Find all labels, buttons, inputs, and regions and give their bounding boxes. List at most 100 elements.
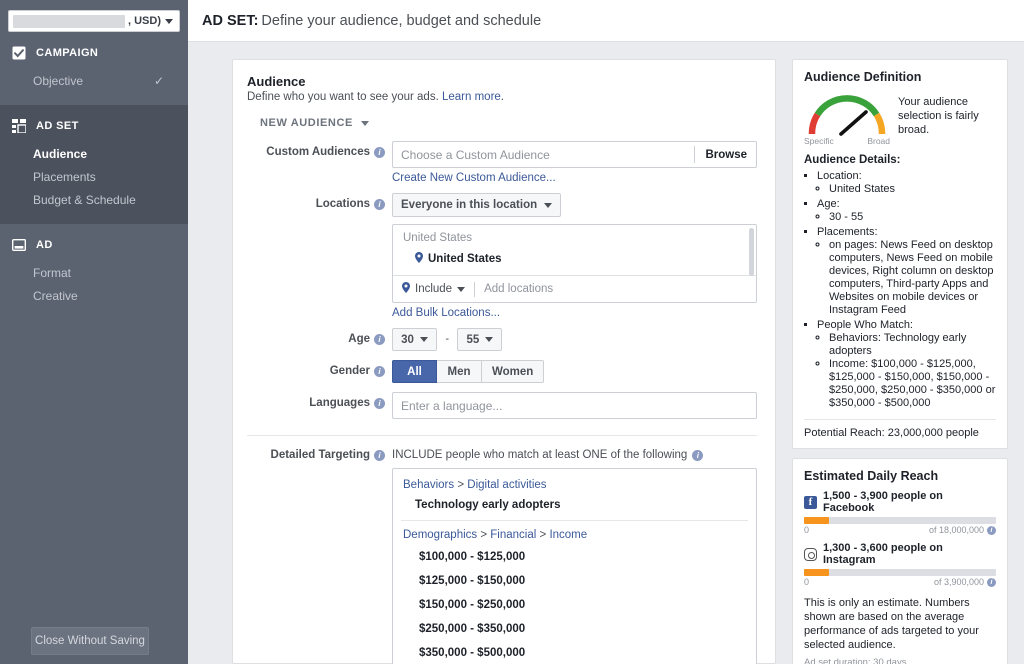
- age-label-group: Age i: [247, 328, 392, 345]
- map-pin-icon: [402, 282, 410, 296]
- targeting-value[interactable]: $150,000 - $250,000: [393, 593, 756, 617]
- check-icon: ✓: [154, 73, 176, 90]
- info-icon[interactable]: i: [374, 450, 385, 461]
- learn-more-link[interactable]: Learn more: [442, 91, 501, 103]
- add-locations-input[interactable]: Add locations: [484, 283, 553, 295]
- nav-header-ad[interactable]: AD: [0, 224, 188, 262]
- nav-header-label: AD SET: [36, 120, 79, 132]
- audience-heading: Audience: [247, 74, 757, 89]
- audience-gauge: Specific Broad: [804, 90, 890, 146]
- detail-sublist: United States: [817, 183, 996, 196]
- detail-subitem: Behaviors: Technology early adopters: [829, 332, 996, 358]
- sidebar-item-label: Creative: [33, 288, 78, 305]
- age-max-value: 55: [466, 334, 479, 346]
- custom-audiences-field: Choose a Custom Audience Browse Create N…: [392, 141, 757, 184]
- period: .: [501, 91, 504, 103]
- sidebar-item-label: Objective: [33, 73, 83, 90]
- detail-label: Age:: [817, 198, 840, 210]
- breadcrumb-link[interactable]: Demographics: [403, 529, 477, 541]
- detail-label: People Who Match:: [817, 319, 913, 331]
- gender-label-group: Gender i: [247, 360, 392, 377]
- locations-box: United States United States: [392, 224, 757, 303]
- map-pin-icon: [415, 252, 423, 266]
- info-icon[interactable]: i: [987, 526, 996, 535]
- info-icon[interactable]: i: [692, 450, 703, 461]
- location-chip-united-states[interactable]: United States: [393, 249, 756, 272]
- gender-option-women[interactable]: Women: [482, 360, 544, 383]
- create-custom-audience-link[interactable]: Create New Custom Audience...: [392, 172, 556, 184]
- detail-sublist: Behaviors: Technology early adopters Inc…: [817, 332, 996, 410]
- info-icon[interactable]: i: [374, 366, 385, 377]
- targeting-value[interactable]: $250,000 - $350,000: [393, 617, 756, 641]
- ad-set-duration: Ad set duration: 30 days: [804, 657, 996, 664]
- location-mode-label: Everyone in this location: [401, 199, 537, 211]
- gender-option-men[interactable]: Men: [437, 360, 482, 383]
- ad-frame-icon: [12, 238, 26, 252]
- audience-definition-card: Audience Definition Specific B: [792, 59, 1008, 449]
- add-bulk-locations-link[interactable]: Add Bulk Locations...: [392, 307, 500, 319]
- include-exclude-dropdown[interactable]: Include: [402, 282, 465, 296]
- custom-audience-input[interactable]: Choose a Custom Audience Browse: [392, 141, 757, 168]
- chevron-down-icon: [485, 337, 493, 342]
- languages-label: Languages: [309, 397, 370, 409]
- detailed-targeting-label: Detailed Targeting: [271, 449, 370, 461]
- targeting-breadcrumb: Demographics > Financial > Income: [393, 527, 756, 545]
- close-without-saving-button[interactable]: Close Without Saving: [31, 627, 149, 655]
- custom-audiences-label: Custom Audiences: [266, 146, 370, 158]
- chevron-down-icon: [420, 337, 428, 342]
- sidebar-item-format[interactable]: Format: [0, 262, 188, 285]
- age-max-dropdown[interactable]: 55: [457, 328, 502, 351]
- targeting-value[interactable]: Technology early adopters: [393, 495, 756, 518]
- breadcrumb-link[interactable]: Financial: [490, 529, 536, 541]
- selected-locations-list: United States United States: [393, 225, 756, 276]
- languages-input[interactable]: Enter a language...: [392, 392, 757, 419]
- sidebar-item-placements[interactable]: Placements: [0, 166, 188, 189]
- age-min-dropdown[interactable]: 30: [392, 328, 437, 351]
- breadcrumb-link[interactable]: Behaviors: [403, 479, 454, 491]
- scrollbar-thumb[interactable]: [749, 228, 754, 276]
- gauge-label-broad: Broad: [867, 136, 890, 146]
- facebook-reach-row: f 1,500 - 3,900 people on Facebook: [804, 490, 996, 514]
- info-icon[interactable]: i: [374, 398, 385, 409]
- sidebar-item-budget-schedule[interactable]: Budget & Schedule: [0, 189, 188, 212]
- info-icon[interactable]: i: [374, 334, 385, 345]
- custom-audience-placeholder: Choose a Custom Audience: [401, 148, 550, 162]
- nav-header-adset[interactable]: AD SET: [0, 105, 188, 143]
- browse-button[interactable]: Browse: [694, 146, 756, 163]
- bar-max-label: of 3,900,000: [934, 577, 984, 587]
- bar-min-label: 0: [804, 525, 809, 535]
- audience-details-list: Location: United States Age: 30 - 55: [804, 169, 996, 410]
- targeting-value[interactable]: $100,000 - $125,000: [393, 545, 756, 569]
- age-label: Age: [348, 333, 370, 345]
- sidebar-item-creative[interactable]: Creative: [0, 285, 188, 308]
- detailed-targeting-box[interactable]: Behaviors > Digital activities Technolog…: [392, 468, 757, 664]
- sidebar-item-audience[interactable]: Audience: [0, 143, 188, 166]
- chevron-down-icon: [457, 287, 465, 292]
- nav-section-ad: AD Format Creative: [0, 224, 188, 308]
- location-mode-dropdown[interactable]: Everyone in this location: [392, 193, 561, 217]
- potential-reach: Potential Reach: 23,000,000 people: [804, 427, 996, 439]
- ad-account-selector[interactable]: , USD): [8, 10, 180, 32]
- targeting-value[interactable]: $125,000 - $150,000: [393, 569, 756, 593]
- breadcrumb-link[interactable]: Digital activities: [467, 479, 546, 491]
- sidebar-item-label: Placements: [33, 169, 96, 186]
- gender-segmented-control: All Men Women: [392, 360, 544, 383]
- detail-subitem: Income: $100,000 - $125,000, $125,000 - …: [829, 358, 996, 410]
- targeting-value[interactable]: $350,000 - $500,000: [393, 641, 756, 664]
- sidebar-item-label: Budget & Schedule: [33, 192, 136, 209]
- age-field: 30 - 55: [392, 328, 757, 351]
- detailed-targeting-label-group: Detailed Targeting i: [247, 449, 392, 461]
- sidebar-item-objective[interactable]: Objective ✓: [0, 70, 188, 93]
- info-icon[interactable]: i: [374, 199, 385, 210]
- gender-option-all[interactable]: All: [392, 360, 437, 383]
- page-title-bar: AD SET: Define your audience, budget and…: [188, 0, 1024, 42]
- instagram-reach-text: 1,300 - 3,600 people on Instagram: [823, 542, 996, 566]
- info-icon[interactable]: i: [987, 578, 996, 587]
- detailed-targeting-header: Detailed Targeting i INCLUDE people who …: [247, 449, 757, 461]
- info-icon[interactable]: i: [374, 147, 385, 158]
- audience-preset-selector[interactable]: NEW AUDIENCE: [247, 117, 757, 129]
- nav-header-campaign[interactable]: CAMPAIGN: [0, 32, 188, 70]
- detail-sublist: on pages: News Feed on desktop computers…: [817, 239, 996, 317]
- breadcrumb-link[interactable]: Income: [549, 529, 587, 541]
- audience-details-title: Audience Details:: [804, 154, 996, 166]
